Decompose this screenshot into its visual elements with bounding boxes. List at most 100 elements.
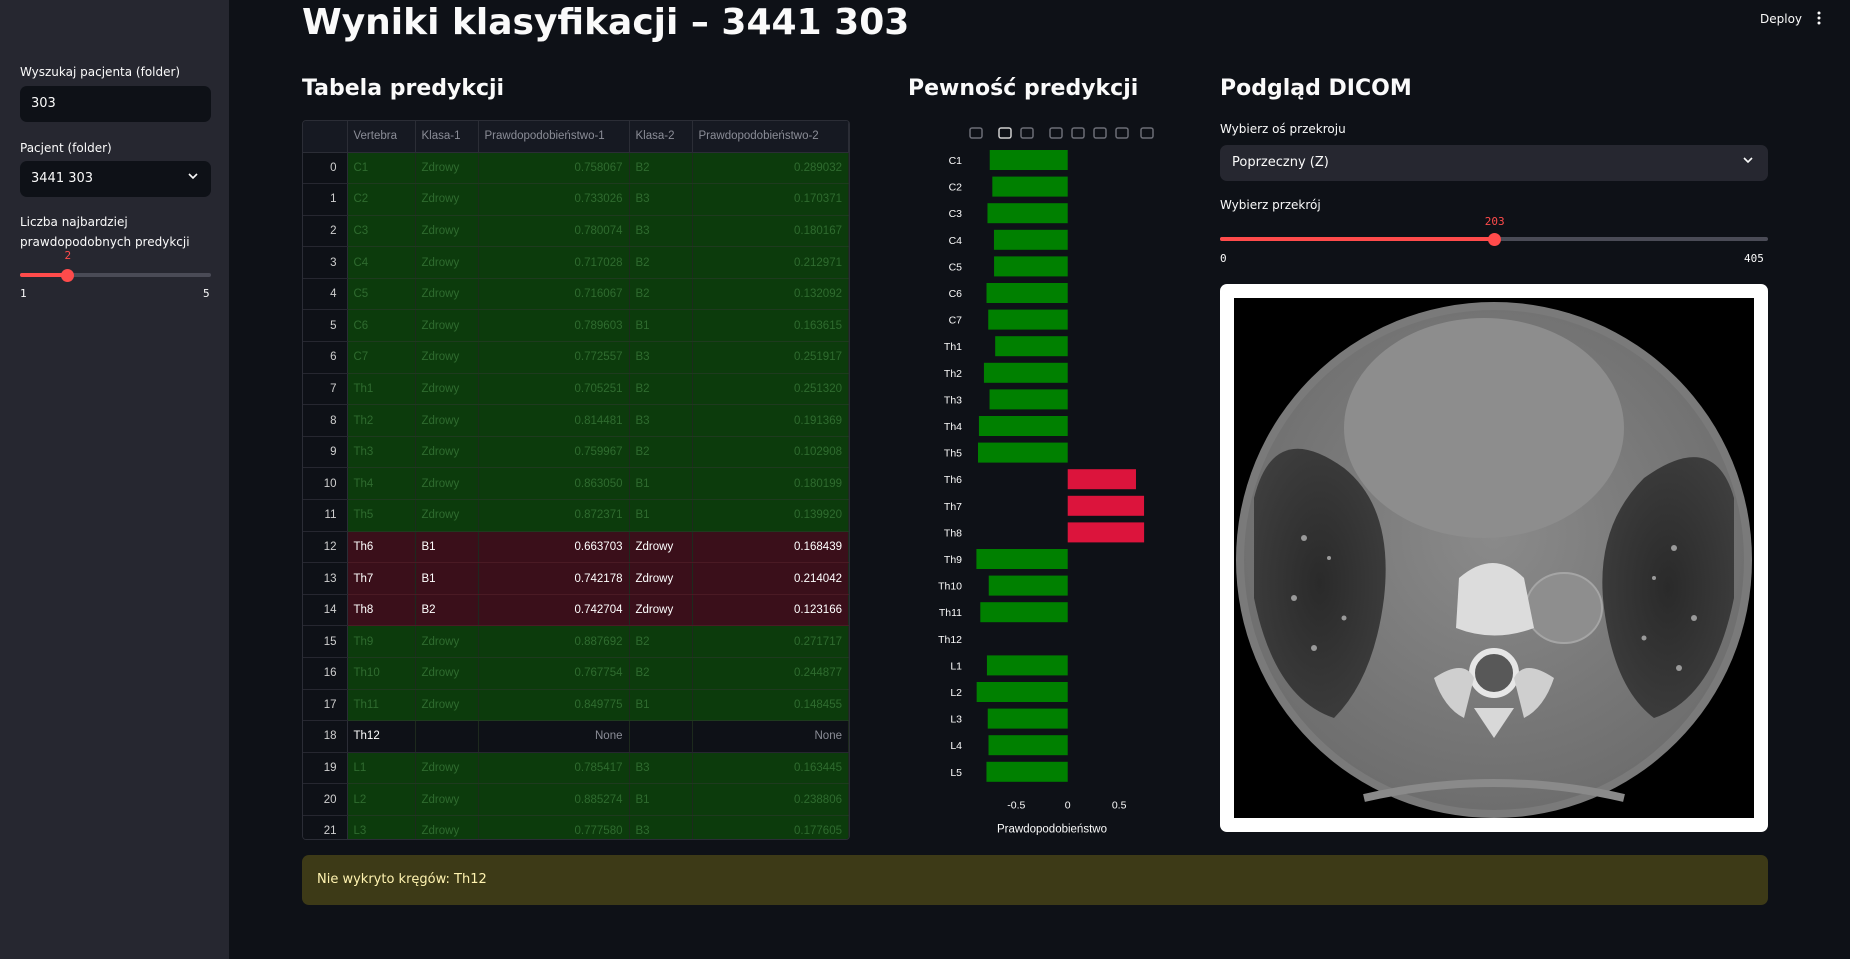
table-cell: Zdrowy	[415, 625, 479, 658]
chart-category-label: L2	[950, 687, 962, 699]
slice-slider[interactable]: 203	[1220, 215, 1768, 246]
table-cell: 0.251917	[692, 341, 849, 374]
table-cell: 0.212971	[692, 246, 849, 279]
table-cell: 0.733026	[478, 183, 630, 216]
table-cell: C1	[347, 152, 416, 185]
table-cell: B3	[629, 404, 693, 437]
column-header[interactable]	[303, 121, 348, 153]
zoom-icon[interactable]	[998, 127, 1012, 139]
table-cell: 0.872371	[478, 499, 630, 532]
table-cell: 0.863050	[478, 467, 630, 501]
table-cell: 0.777580	[478, 815, 630, 839]
topk-slider-thumb[interactable]	[61, 268, 75, 282]
table-row[interactable]: 5 C6 Zdrowy 0.789603 B1 0.163615	[303, 309, 849, 343]
chart-bar	[986, 655, 1068, 676]
column-header[interactable]: Prawdopodobieństwo-1	[478, 121, 630, 153]
chart-category-label: Th3	[944, 394, 962, 406]
zoom-out-icon[interactable]	[1071, 127, 1085, 139]
slice-label: Wybierz przekrój	[1220, 198, 1321, 212]
chart-category-label: C2	[949, 182, 963, 194]
table-row[interactable]: 6 C7 Zdrowy 0.772557 B3 0.251917	[303, 341, 849, 374]
search-input[interactable]: 303	[20, 86, 211, 122]
predictions-table[interactable]: Vertebra Klasa-1 Prawdopodobieństwo-1 Klasa…	[302, 120, 850, 840]
table-row[interactable]: 11 Th5 Zdrowy 0.872371 B1 0.139920	[303, 499, 849, 532]
table-cell: B3	[629, 183, 693, 216]
table-cell: Th6	[347, 531, 416, 564]
zoom-in-icon[interactable]	[1049, 127, 1063, 139]
row-index: 21	[303, 815, 348, 839]
table-cell: Zdrowy	[415, 215, 479, 248]
chart-bar	[986, 283, 1068, 303]
table-row[interactable]: 19 L1 Zdrowy 0.785417 B3 0.163445	[303, 752, 849, 785]
home-icon[interactable]	[1115, 127, 1129, 139]
table-cell: 0.180167	[692, 215, 849, 248]
table-cell: Zdrowy	[415, 467, 479, 501]
table-row[interactable]: 20 L2 Zdrowy 0.885274 B1 0.238806	[303, 783, 849, 816]
table-row[interactable]: 7 Th1 Zdrowy 0.705251 B2 0.251320	[303, 373, 849, 406]
fullscreen-icon[interactable]	[1140, 127, 1154, 139]
autoscale-icon[interactable]	[1093, 127, 1107, 139]
patient-select-value: 3441 303	[31, 171, 94, 186]
topk-label-line2: prawdopodobnych predykcji	[20, 235, 190, 249]
column-header[interactable]: Klasa-2	[629, 121, 693, 153]
table-row[interactable]: 8 Th2 Zdrowy 0.814481 B3 0.191369	[303, 404, 849, 437]
table-row[interactable]: 18 Th12 None None	[303, 720, 849, 753]
table-row[interactable]: 14 Th8 B2 0.742704 Zdrowy 0.123166	[303, 594, 849, 627]
chart-bar	[989, 389, 1068, 410]
table-row[interactable]: 21 L3 Zdrowy 0.777580 B3 0.177605	[303, 815, 849, 839]
table-row[interactable]: 3 C4 Zdrowy 0.717028 B2 0.212971	[303, 246, 849, 279]
topk-label-line1: Liczba najbardziej	[20, 215, 128, 229]
table-cell: 0.885274	[478, 783, 630, 816]
table-row[interactable]: 15 Th9 Zdrowy 0.887692 B2 0.271717	[303, 625, 849, 658]
column-header[interactable]: Prawdopodobieństwo-2	[692, 121, 849, 153]
table-cell: None	[692, 720, 849, 753]
topk-slider[interactable]: 2	[20, 249, 211, 282]
column-header[interactable]: Klasa-1	[415, 121, 479, 153]
dicom-preview	[1220, 284, 1768, 832]
table-cell: 0.785417	[478, 752, 630, 785]
table-row[interactable]: 16 Th10 Zdrowy 0.767754 B2 0.244877	[303, 657, 849, 690]
patient-select[interactable]: 3441 303	[20, 161, 211, 197]
column-header[interactable]: Vertebra	[347, 121, 416, 153]
deploy-button[interactable]: Deploy	[1760, 12, 1802, 26]
table-cell: 0.238806	[692, 783, 849, 816]
table-row[interactable]: 4 C5 Zdrowy 0.716067 B2 0.132092	[303, 278, 849, 311]
row-index: 1	[303, 183, 348, 216]
table-row[interactable]: 10 Th4 Zdrowy 0.863050 B1 0.180199	[303, 467, 849, 501]
dicom-section-title: Podgląd DICOM	[1220, 76, 1412, 101]
search-label: Wyszukaj pacjenta (folder)	[20, 65, 181, 79]
table-cell: 0.742704	[478, 594, 630, 627]
ct-scan-image	[1234, 298, 1754, 818]
table-cell: 0.716067	[478, 278, 630, 311]
chart-category-label: C5	[949, 261, 963, 273]
table-cell: B2	[629, 278, 693, 311]
table-row[interactable]: 12 Th6 B1 0.663703 Zdrowy 0.168439	[303, 531, 849, 564]
slice-slider-thumb[interactable]	[1488, 232, 1502, 246]
table-row[interactable]: 2 C3 Zdrowy 0.780074 B3 0.180167	[303, 215, 849, 248]
chart-bar	[978, 416, 1068, 436]
pan-icon[interactable]	[1020, 127, 1034, 139]
axis-select[interactable]: Poprzeczny (Z)	[1220, 145, 1768, 181]
table-cell: C7	[347, 341, 416, 374]
table-row[interactable]: 17 Th11 Zdrowy 0.849775 B1 0.148455	[303, 689, 849, 722]
table-cell: Th8	[347, 594, 416, 627]
table-cell: Zdrowy	[415, 309, 479, 343]
table-cell: L2	[347, 783, 416, 816]
table-row[interactable]: 9 Th3 Zdrowy 0.759967 B2 0.102908	[303, 436, 849, 469]
table-row[interactable]: 13 Th7 B1 0.742178 Zdrowy 0.214042	[303, 562, 849, 595]
table-cell: B1	[629, 467, 693, 501]
table-section-title: Tabela predykcji	[302, 76, 505, 101]
chart-category-label: Th1	[944, 341, 962, 353]
confidence-chart[interactable]: C1 C2 C3 C4 C5 C6 C7 Th1 Th2 Th3 Th4 Th5 Th6 Th7 Th8 Th…	[900, 120, 1160, 840]
table-cell: 0.759967	[478, 436, 630, 469]
table-row[interactable]: 1 C2 Zdrowy 0.733026 B3 0.170371	[303, 183, 849, 216]
table-cell: 0.271717	[692, 625, 849, 658]
chart-bar	[986, 761, 1068, 782]
table-cell: 0.148455	[692, 689, 849, 722]
table-cell: C4	[347, 246, 416, 279]
kebab-icon[interactable]	[1816, 10, 1822, 30]
chart-bar	[987, 203, 1068, 224]
table-row[interactable]: 0 C1 Zdrowy 0.758067 B2 0.289032	[303, 152, 849, 185]
table-cell: C6	[347, 309, 416, 343]
camera-icon[interactable]	[969, 127, 983, 139]
